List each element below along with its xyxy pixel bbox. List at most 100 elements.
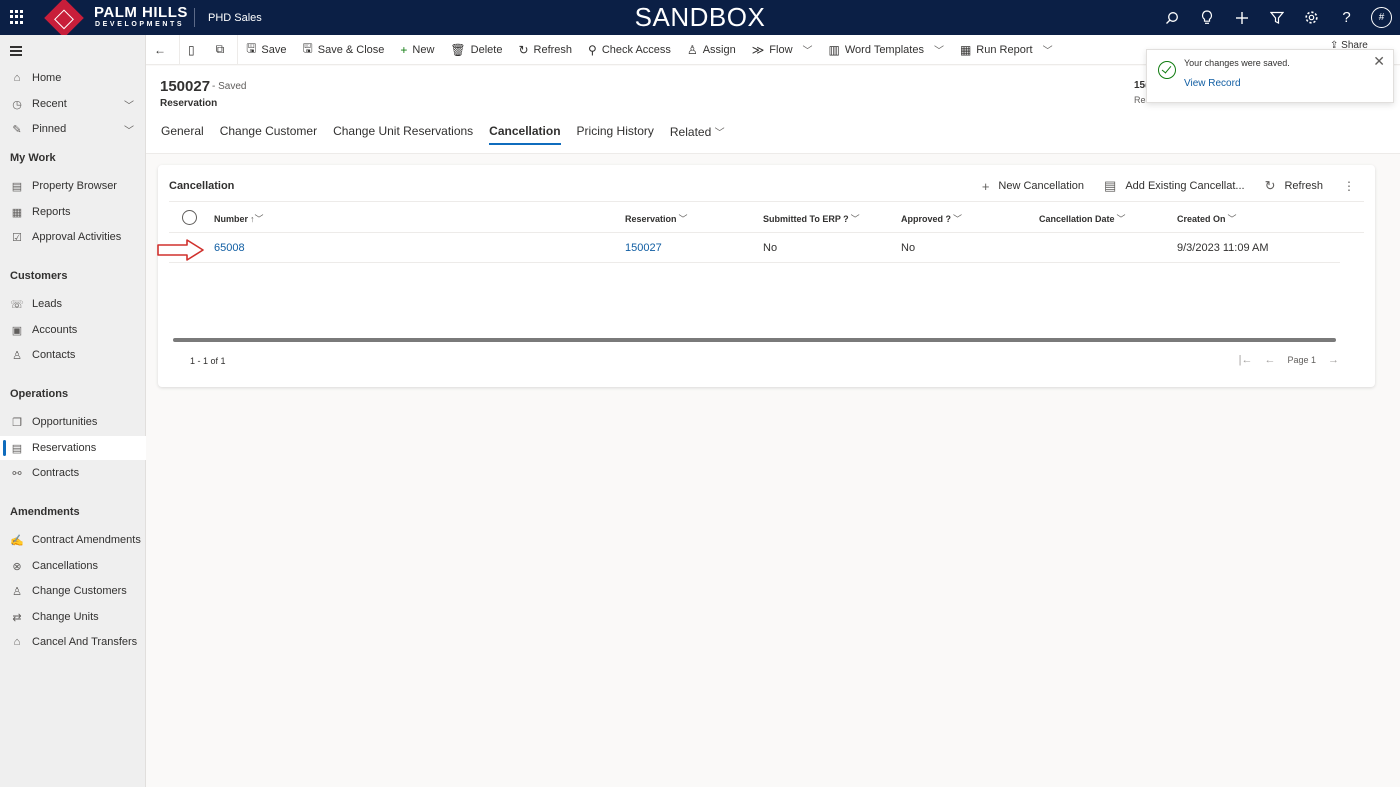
sidebar-item-label: Contracts <box>32 467 80 479</box>
cell-reservation-link[interactable]: 150027 <box>625 242 662 254</box>
sidebar-item-label: Approval Activities <box>32 231 122 243</box>
save-close-button[interactable]: 🖫 Save & Close <box>295 35 393 65</box>
refresh-button[interactable]: ↻ Refresh <box>510 35 580 65</box>
select-all-checkbox[interactable] <box>182 210 197 225</box>
accounts-icon: ▣ <box>11 324 23 337</box>
clock-icon: ◷ <box>12 98 22 111</box>
lightbulb-icon[interactable] <box>1196 7 1217 28</box>
search-icon[interactable] <box>1161 7 1182 28</box>
sidebar-item-opportunities[interactable]: ❐ Opportunities <box>0 410 146 434</box>
first-page-icon[interactable]: |← <box>1239 354 1253 366</box>
run-report-button[interactable]: ▦ Run Report ﹀ <box>952 35 1061 65</box>
new-cancellation-button[interactable]: + New Cancellation <box>982 179 1084 194</box>
cell-number-link[interactable]: 65008 <box>214 242 245 254</box>
sidebar-item-cancel-and-transfers[interactable]: ⌂ Cancel And Transfers <box>0 630 146 654</box>
sidebar-item-recent[interactable]: ◷ Recent ﹀ <box>0 92 146 116</box>
page-label: Page 1 <box>1287 355 1316 365</box>
back-button[interactable]: ← <box>146 35 179 65</box>
sidebar-item-contracts[interactable]: ⚯ Contracts <box>0 461 146 485</box>
assign-person-icon: ♙ <box>686 42 698 57</box>
sidebar-item-property-browser[interactable]: ▤ Property Browser <box>0 174 146 198</box>
sidebar-item-reports[interactable]: ▦ Reports <box>0 200 146 224</box>
save-icon: 🖫 <box>246 41 257 55</box>
gear-icon[interactable] <box>1301 7 1322 28</box>
tab-list: General Change Customer Change Unit Rese… <box>161 124 725 145</box>
sidebar-item-label: Opportunities <box>32 416 98 428</box>
tab-change-customer[interactable]: Change Customer <box>220 124 317 145</box>
tab-cancellation[interactable]: Cancellation <box>489 124 561 145</box>
record-count: 1 - 1 of 1 <box>190 356 226 366</box>
column-header-submitted-to-erp[interactable]: Submitted To ERP ? ﹀ <box>763 212 860 225</box>
chevron-down-icon: ﹀ <box>1042 46 1053 57</box>
horizontal-scrollbar[interactable] <box>173 338 1336 342</box>
subgrid-refresh-button[interactable]: ↻ Refresh <box>1265 178 1323 194</box>
tab-related[interactable]: Related ﹀ <box>670 124 725 145</box>
table-row[interactable]: 65008 150027 No No 9/3/2023 11:09 AM <box>169 233 1340 263</box>
add-existing-cancellation-button[interactable]: ▤ Add Existing Cancellat... <box>1104 178 1245 194</box>
column-header-reservation[interactable]: Reservation ﹀ <box>625 212 688 225</box>
plus-icon[interactable] <box>1231 7 1252 28</box>
sidebar-item-label: Cancel And Transfers <box>32 636 138 648</box>
column-header-number[interactable]: Number ↑﹀ <box>214 212 264 225</box>
chevron-down-icon[interactable]: ﹀ <box>124 97 134 112</box>
delete-button[interactable]: 🗑 Delete <box>442 35 510 65</box>
sidebar-item-leads[interactable]: ☏ Leads <box>0 292 146 316</box>
opportunity-icon: ❐ <box>12 416 22 429</box>
group-heading-operations: Operations <box>10 388 69 400</box>
view-record-link[interactable]: View Record <box>1184 78 1241 89</box>
next-page-icon[interactable]: → <box>1328 354 1339 366</box>
sidebar-item-home[interactable]: ⌂ Home <box>0 66 146 90</box>
sidebar-item-label: Pinned <box>32 123 67 135</box>
leads-icon: ☏ <box>10 298 24 311</box>
top-bar: PALM HILLS DEVELOPMENTS PHD Sales SANDBO… <box>0 0 1400 38</box>
sidebar-item-label: Leads <box>32 298 62 310</box>
sidebar-item-accounts[interactable]: ▣ Accounts <box>0 318 146 342</box>
back-arrow-icon: ← <box>154 42 166 57</box>
person-swap-icon: ♙ <box>12 585 22 598</box>
form-view-button[interactable]: ▯ <box>180 35 208 65</box>
new-button[interactable]: + New <box>392 35 442 65</box>
tab-pricing-history[interactable]: Pricing History <box>577 124 654 145</box>
check-access-button[interactable]: ⚲ Check Access <box>580 35 679 65</box>
group-heading-customers: Customers <box>10 270 68 282</box>
chevron-down-icon[interactable]: ﹀ <box>124 122 134 137</box>
cancellation-subgrid: Cancellation + New Cancellation ▤ Add Exis… <box>158 165 1375 387</box>
sidebar-item-pinned[interactable]: ✎ Pinned ﹀ <box>0 117 146 141</box>
open-new-window-button[interactable]: ⧉ <box>208 35 238 65</box>
tab-related-label: Related <box>669 125 712 139</box>
refresh-label: Refresh <box>533 43 573 56</box>
filter-icon[interactable] <box>1266 7 1287 28</box>
save-close-icon: 🖫 <box>302 41 313 55</box>
word-templates-button[interactable]: ▥ Word Templates ﹀ <box>821 35 952 65</box>
tab-change-unit-reservations[interactable]: Change Unit Reservations <box>333 124 473 145</box>
grid-header-row: Number ↑﹀ Reservation ﹀ Submitted To ERP ?… <box>169 201 1364 233</box>
plus-icon: + <box>400 42 408 57</box>
hamburger-icon[interactable] <box>10 46 22 58</box>
more-commands-button[interactable]: ⋮ <box>1343 179 1355 193</box>
column-header-cancellation-date[interactable]: Cancellation Date ﹀ <box>1039 212 1126 225</box>
sidebar-item-contacts[interactable]: ♙ Contacts <box>0 343 146 367</box>
column-label: Approved ? <box>901 214 952 224</box>
assign-button[interactable]: ♙ Assign <box>679 35 744 65</box>
person-icon: ♙ <box>12 349 22 362</box>
previous-page-icon[interactable]: ← <box>1264 354 1275 366</box>
sidebar-item-contract-amendments[interactable]: ✍ Contract Amendments <box>0 528 146 552</box>
save-button[interactable]: 🖫 Save <box>238 35 294 65</box>
swap-icon: ⇄ <box>12 611 22 624</box>
tab-general[interactable]: General <box>161 124 204 145</box>
flow-button[interactable]: ≫ Flow ﹀ <box>744 35 821 65</box>
sidebar-item-change-units[interactable]: ⇄ Change Units <box>0 605 146 629</box>
word-icon: ▥ <box>828 42 840 57</box>
help-icon[interactable]: ? <box>1336 7 1357 28</box>
avatar[interactable]: # <box>1371 7 1392 28</box>
edit-document-icon: ✍ <box>10 534 24 547</box>
column-header-approved[interactable]: Approved ? ﹀ <box>901 212 962 225</box>
sidebar-item-reservations[interactable]: ▤ Reservations <box>0 436 146 460</box>
close-icon[interactable]: ✕ <box>1373 53 1385 70</box>
sidebar-item-change-customers[interactable]: ♙ Change Customers <box>0 579 146 603</box>
delete-label: Delete <box>470 43 503 56</box>
flow-icon: ≫ <box>751 42 765 57</box>
sidebar-item-cancellations[interactable]: ⊗ Cancellations <box>0 554 146 578</box>
sidebar-item-approval-activities[interactable]: ☑ Approval Activities <box>0 225 146 249</box>
column-header-created-on[interactable]: Created On ﹀ <box>1177 212 1237 225</box>
